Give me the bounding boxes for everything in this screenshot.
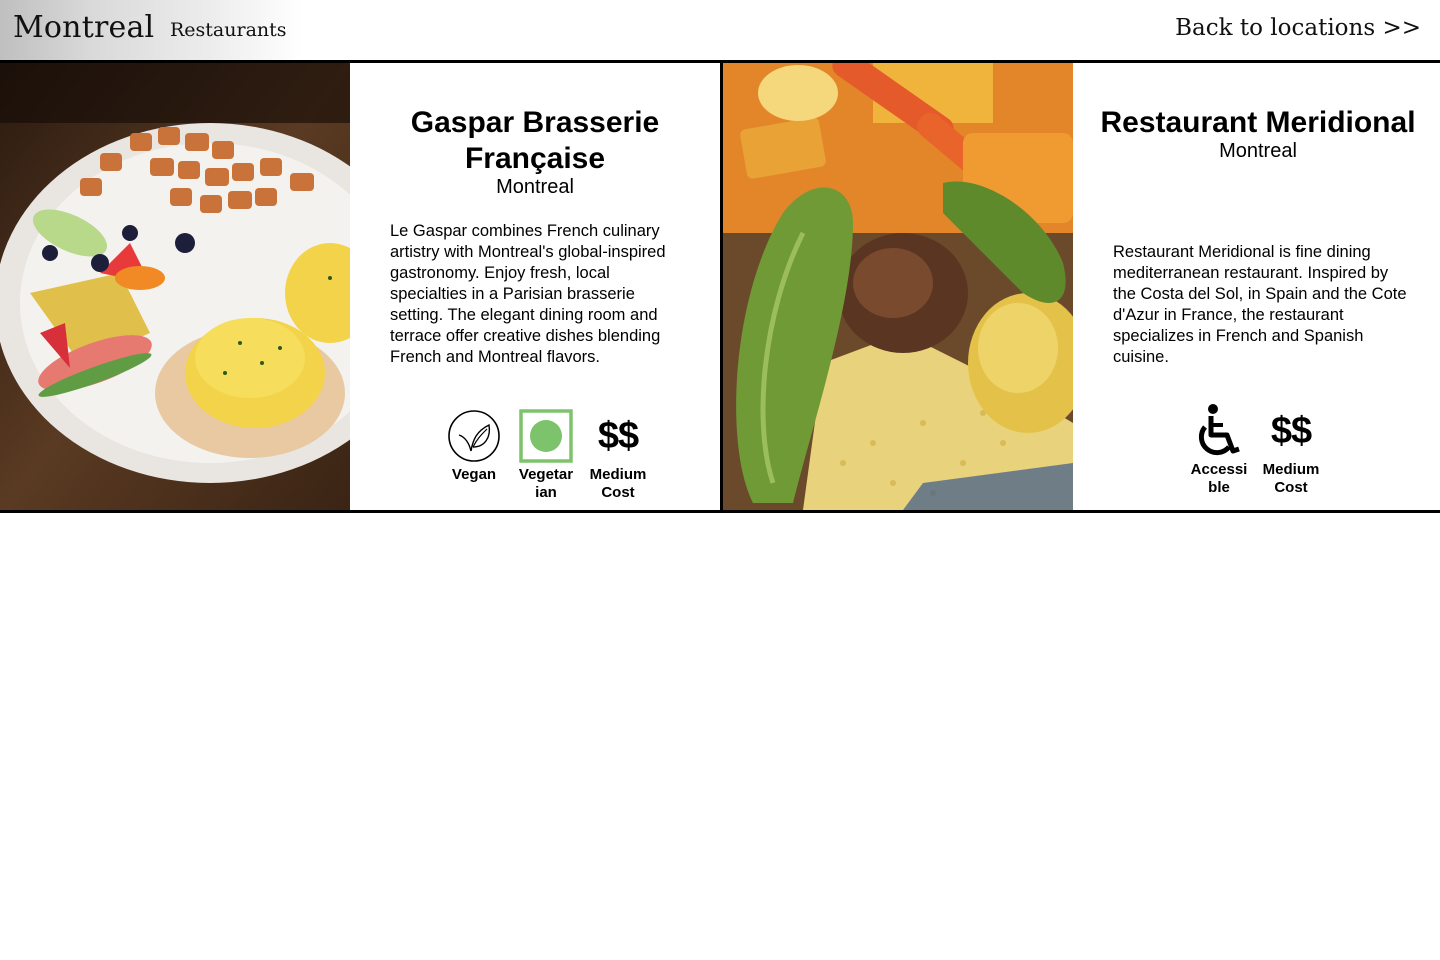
eggs-benedict-plate-image [0,63,350,510]
wheelchair-icon [1198,404,1240,456]
restaurant-name[interactable]: Restaurant Meridional [1083,105,1433,141]
back-to-locations-link[interactable]: Back to locations >> [1175,15,1421,41]
badge-medium-cost: $$ Medium Cost [587,406,649,502]
restaurant-description: Le Gaspar combines French culinary artis… [390,222,666,366]
restaurant-info-gaspar: Gaspar Brasserie Française Montreal Le G… [350,63,720,510]
restaurant-cards: Gaspar Brasserie Française Montreal Le G… [0,60,1440,513]
badge-row: Accessi ble $$ Medium Cost [1188,401,1322,497]
badge-accessible: Accessi ble [1188,401,1250,497]
restaurant-city: Montreal [1219,140,1297,162]
section-title[interactable]: Restaurants [170,19,287,41]
restaurant-info-meridional: Restaurant Meridional Montreal Restauran… [1073,63,1440,510]
vegetarian-mark-icon [519,409,573,463]
badge-label: Accessi ble [1190,461,1248,496]
restaurant-card-gaspar[interactable]: Gaspar Brasserie Française Montreal Le G… [0,63,720,510]
restaurant-description: Restaurant Meridional is fine dining med… [1113,243,1407,366]
dollar-icon: $$ [1270,410,1312,452]
badge-vegan: Vegan [443,406,505,502]
badge-label: Medium Cost [589,466,647,501]
restaurant-image-meridional [723,63,1073,510]
restaurant-image-gaspar [0,63,350,510]
top-header: Montreal Restaurants Back to locations >… [0,0,1440,60]
restaurant-name[interactable]: Gaspar Brasserie Française [385,105,685,177]
brand-block: Montreal Restaurants [0,0,303,60]
city-title[interactable]: Montreal [13,10,154,45]
badge-label: Medium Cost [1262,461,1320,496]
badge-medium-cost: $$ Medium Cost [1260,401,1322,497]
badge-label: Vegan [451,466,497,483]
badge-label: Vegetar ian [518,466,574,501]
badge-row: Vegan Vegetar ian $$ Medium Cost [443,406,649,502]
badge-vegetarian: Vegetar ian [515,406,577,502]
leaf-icon [448,410,500,462]
restaurant-city: Montreal [496,176,574,198]
couscous-vegetables-image [723,63,1073,510]
restaurant-card-meridional[interactable]: Restaurant Meridional Montreal Restauran… [720,63,1440,510]
dollar-icon: $$ [597,415,639,457]
